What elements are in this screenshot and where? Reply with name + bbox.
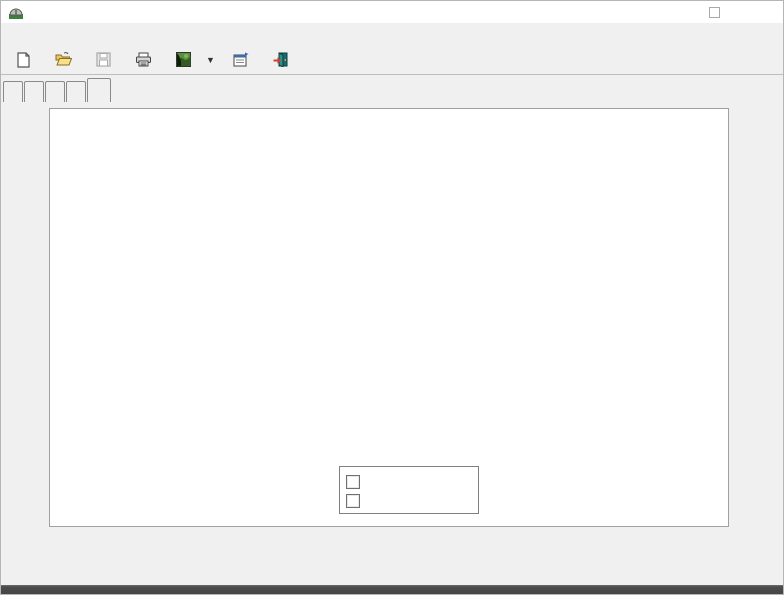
- chart-legend: [339, 466, 479, 514]
- tab-evolution-des-temperatures[interactable]: [87, 78, 111, 102]
- exit-door-icon: [273, 52, 289, 67]
- open-folder-icon: [55, 52, 72, 67]
- quitter-button[interactable]: [264, 49, 304, 70]
- save-icon: [96, 52, 111, 67]
- toolbar: ▼: [1, 45, 783, 75]
- dropdown-caret-icon: ▼: [206, 55, 215, 65]
- app-window: ▼: [0, 0, 784, 595]
- menu-internet[interactable]: [23, 32, 45, 36]
- tab-edition-graphique[interactable]: [3, 81, 23, 102]
- new-document-icon: [16, 52, 31, 68]
- legend-row-apres-midi: [346, 492, 478, 509]
- options-icon: [233, 52, 249, 67]
- image-satellite-button[interactable]: ▼: [167, 49, 224, 70]
- chart-panel: [49, 108, 729, 527]
- legend-row-matin: [346, 473, 478, 490]
- tab-strip: [3, 79, 112, 102]
- close-button[interactable]: [737, 1, 783, 23]
- printer-icon: [135, 52, 152, 67]
- title-bar: [1, 1, 783, 23]
- enregistrer-button[interactable]: [87, 49, 126, 70]
- app-icon: [8, 4, 24, 20]
- options-button[interactable]: [224, 49, 264, 70]
- apres-midi-checkbox[interactable]: [346, 494, 360, 508]
- imprimer-button[interactable]: [126, 49, 167, 70]
- maximize-button[interactable]: [691, 1, 737, 23]
- menu-fichier[interactable]: [1, 32, 23, 36]
- window-controls: [645, 1, 783, 23]
- tab-visualisation-par-tableau[interactable]: [45, 81, 65, 102]
- nouveau-button[interactable]: [7, 49, 46, 71]
- maximize-icon: [709, 7, 720, 18]
- temperature-chart: [50, 109, 728, 526]
- matin-line-sample: [368, 481, 386, 483]
- menu-bar: [1, 23, 783, 45]
- satellite-image-icon: [176, 52, 191, 67]
- ouvrir-button[interactable]: [46, 49, 87, 70]
- date-navigation: [1, 552, 783, 570]
- menu-options[interactable]: [45, 32, 67, 36]
- menu-a-propos[interactable]: [67, 32, 89, 36]
- taskbar-strip: [1, 585, 783, 594]
- apres-midi-line-sample: [368, 500, 386, 502]
- tab-statistiques[interactable]: [66, 81, 86, 102]
- matin-checkbox[interactable]: [346, 475, 360, 489]
- minimize-button[interactable]: [645, 1, 691, 23]
- tab-image-du-jour[interactable]: [24, 81, 44, 102]
